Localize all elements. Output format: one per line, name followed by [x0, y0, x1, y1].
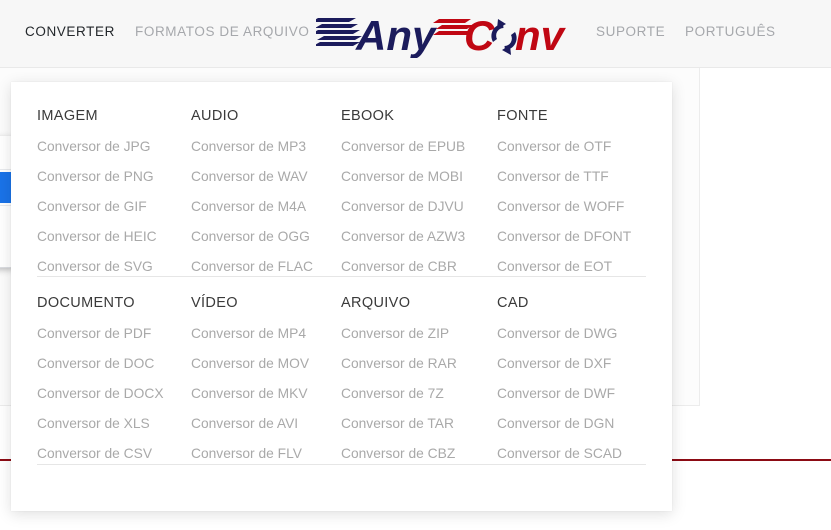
- nav-item-suporte[interactable]: SUPORTE: [596, 24, 665, 39]
- menu-link[interactable]: Conversor de XLS: [37, 416, 197, 431]
- menu-link[interactable]: Conversor de MOBI: [341, 169, 501, 184]
- menu-link[interactable]: Conversor de AVI: [191, 416, 351, 431]
- menu-link[interactable]: Conversor de SCAD: [497, 446, 657, 461]
- menu-link[interactable]: Conversor de PDF: [37, 326, 197, 341]
- menu-category-label: ARQUIVO: [341, 295, 411, 311]
- site-header: CONVERTER FORMATOS DE ARQUIVO Any C nv S…: [0, 0, 831, 68]
- menu-column-documento: DOCUMENTO Conversor de PDF Conversor de …: [37, 295, 197, 476]
- menu-link[interactable]: Conversor de TTF: [497, 169, 657, 184]
- nav-item-language-portugues[interactable]: PORTUGUÊS: [685, 24, 776, 39]
- menu-divider: [37, 464, 646, 465]
- menu-link[interactable]: Conversor de SVG: [37, 259, 197, 274]
- menu-category-label: VÍDEO: [191, 295, 238, 311]
- nav-item-converter[interactable]: CONVERTER: [25, 24, 115, 39]
- menu-column-ebook: EBOOK Conversor de EPUB Conversor de MOB…: [341, 108, 501, 289]
- menu-link[interactable]: Conversor de ZIP: [341, 326, 501, 341]
- menu-link[interactable]: Conversor de DXF: [497, 356, 657, 371]
- menu-link[interactable]: Conversor de MP3: [191, 139, 351, 154]
- menu-column-audio: AUDIO Conversor de MP3 Conversor de WAV …: [191, 108, 351, 289]
- menu-column-cad: CAD Conversor de DWG Conversor de DXF Co…: [497, 295, 657, 476]
- menu-link[interactable]: Conversor de CSV: [37, 446, 197, 461]
- logo-text-any: Any: [355, 12, 438, 58]
- menu-link[interactable]: Conversor de DGN: [497, 416, 657, 431]
- menu-link[interactable]: Conversor de WOFF: [497, 199, 657, 214]
- menu-link[interactable]: Conversor de HEIC: [37, 229, 197, 244]
- menu-column-arquivo: ARQUIVO Conversor de ZIP Conversor de RA…: [341, 295, 501, 476]
- menu-divider: [37, 276, 646, 277]
- menu-link[interactable]: Conversor de OTF: [497, 139, 657, 154]
- menu-link[interactable]: Conversor de M4A: [191, 199, 351, 214]
- menu-category-label: EBOOK: [341, 108, 395, 124]
- menu-link[interactable]: Conversor de TAR: [341, 416, 501, 431]
- menu-link[interactable]: Conversor de DOC: [37, 356, 197, 371]
- menu-link[interactable]: Conversor de PNG: [37, 169, 197, 184]
- menu-column-imagem: IMAGEM Conversor de JPG Conversor de PNG…: [37, 108, 197, 289]
- menu-link[interactable]: Conversor de MP4: [191, 326, 351, 341]
- menu-category-label: IMAGEM: [37, 108, 98, 124]
- menu-link[interactable]: Conversor de RAR: [341, 356, 501, 371]
- menu-link[interactable]: Conversor de DWF: [497, 386, 657, 401]
- anyconv-logo[interactable]: Any C nv: [316, 10, 566, 58]
- menu-link[interactable]: Conversor de CBZ: [341, 446, 501, 461]
- menu-link[interactable]: Conversor de CBR: [341, 259, 501, 274]
- menu-link[interactable]: Conversor de DWG: [497, 326, 657, 341]
- circular-sync-arrows-icon: [491, 19, 517, 55]
- menu-category-label: CAD: [497, 295, 529, 311]
- menu-link[interactable]: Conversor de DFONT: [497, 229, 657, 244]
- logo-text-c: C: [464, 12, 495, 58]
- menu-link[interactable]: Conversor de OGG: [191, 229, 351, 244]
- menu-category-label: DOCUMENTO: [37, 295, 135, 311]
- menu-link[interactable]: Conversor de EPUB: [341, 139, 501, 154]
- menu-column-video: VÍDEO Conversor de MP4 Conversor de MOV …: [191, 295, 351, 476]
- menu-link[interactable]: Conversor de WAV: [191, 169, 351, 184]
- menu-link[interactable]: Conversor de 7Z: [341, 386, 501, 401]
- converter-mega-menu[interactable]: IMAGEM Conversor de JPG Conversor de PNG…: [11, 82, 672, 511]
- menu-column-fonte: FONTE Conversor de OTF Conversor de TTF …: [497, 108, 657, 289]
- page-root: Go g a CONVERTER FORMATOS DE ARQUIVO Any: [0, 0, 831, 530]
- menu-link[interactable]: Conversor de FLAC: [191, 259, 351, 274]
- menu-link[interactable]: Conversor de MKV: [191, 386, 351, 401]
- menu-link[interactable]: Conversor de EOT: [497, 259, 657, 274]
- menu-link[interactable]: Conversor de FLV: [191, 446, 351, 461]
- menu-link[interactable]: Conversor de DJVU: [341, 199, 501, 214]
- menu-link[interactable]: Conversor de AZW3: [341, 229, 501, 244]
- menu-link[interactable]: Conversor de MOV: [191, 356, 351, 371]
- menu-category-label: FONTE: [497, 108, 548, 124]
- menu-link[interactable]: Conversor de GIF: [37, 199, 197, 214]
- logo-text-nv: nv: [515, 12, 566, 58]
- nav-item-formatos-de-arquivo[interactable]: FORMATOS DE ARQUIVO: [135, 24, 309, 39]
- menu-link[interactable]: Conversor de JPG: [37, 139, 197, 154]
- menu-category-label: AUDIO: [191, 108, 239, 124]
- menu-link[interactable]: Conversor de DOCX: [37, 386, 197, 401]
